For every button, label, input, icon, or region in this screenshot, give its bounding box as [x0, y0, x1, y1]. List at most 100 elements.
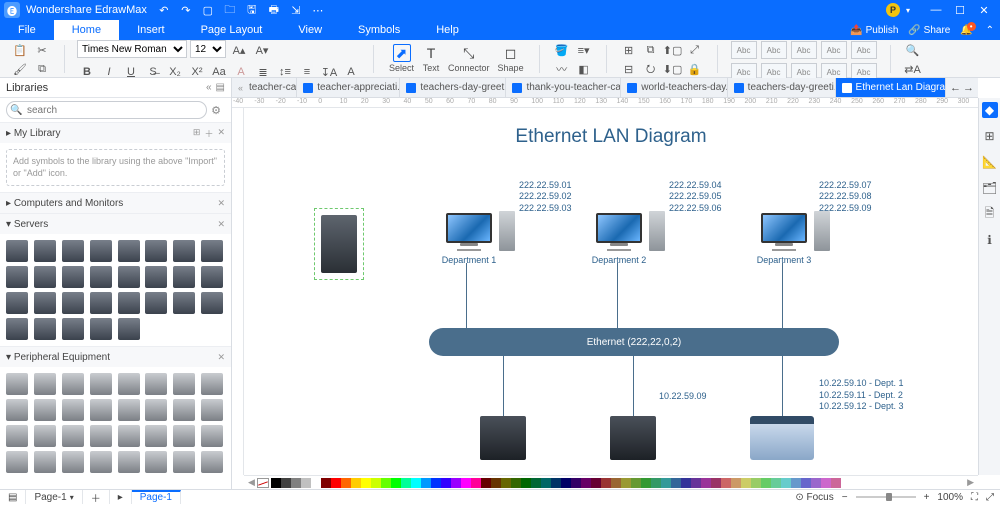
format-painter-icon[interactable]: 🖌 — [10, 59, 30, 79]
peripheral-shape[interactable] — [6, 451, 28, 473]
color-swatch[interactable] — [291, 478, 301, 488]
theme-icon[interactable]: ◆ — [982, 102, 998, 118]
no-color-swatch[interactable] — [257, 478, 269, 488]
peripheral-shape[interactable] — [145, 399, 167, 421]
compmon-section-header[interactable]: ▸ Computers and Monitors ✕ — [0, 193, 231, 213]
publish-button[interactable]: 📤 Publish — [850, 25, 898, 36]
printer[interactable] — [750, 416, 814, 460]
server-shape[interactable] — [34, 318, 56, 340]
style-preset[interactable]: Abc — [851, 41, 877, 59]
peripheral-shape[interactable] — [34, 425, 56, 447]
color-swatch[interactable] — [761, 478, 771, 488]
doc-tab[interactable]: world-teachers-day...✕ — [621, 78, 727, 97]
fill-icon[interactable]: 🪣 — [552, 40, 572, 60]
peripheral-shape[interactable] — [62, 373, 84, 395]
peripheral-shape[interactable] — [118, 451, 140, 473]
peripheral-shape[interactable] — [201, 451, 223, 473]
ip-block-3[interactable]: 222.22.59.07222.22.59.08222.22.59.09 — [819, 180, 872, 214]
color-swatch[interactable] — [631, 478, 641, 488]
server-shape[interactable] — [6, 240, 28, 262]
peripheral-shape[interactable] — [6, 399, 28, 421]
peripheral-shape[interactable] — [118, 425, 140, 447]
zoom-slider[interactable] — [856, 496, 916, 498]
color-swatch[interactable] — [411, 478, 421, 488]
close-section-icon[interactable]: ✕ — [217, 219, 225, 230]
ip-block-1[interactable]: 222.22.59.01222.22.59.02222.22.59.03 — [519, 180, 572, 214]
style-preset[interactable]: Abc — [761, 41, 787, 59]
color-swatch[interactable] — [501, 478, 511, 488]
color-swatch[interactable] — [271, 478, 281, 488]
ruler-toggle-icon[interactable]: 📐 — [982, 154, 998, 170]
server-shape[interactable] — [6, 318, 28, 340]
canvas[interactable]: Ethernet LAN Diagram 222.22.59.01222.22.… — [244, 108, 978, 475]
color-swatch[interactable] — [651, 478, 661, 488]
shadow-icon[interactable]: ◧ — [574, 59, 594, 79]
color-swatch[interactable] — [521, 478, 531, 488]
dept-ips[interactable]: 10.22.59.10 - Dept. 110.22.59.11 - Dept.… — [819, 378, 904, 413]
peripheral-shape[interactable] — [118, 373, 140, 395]
color-swatch[interactable] — [781, 478, 791, 488]
menu-page-layout[interactable]: Page Layout — [183, 20, 281, 40]
zoom-out-icon[interactable]: − — [842, 492, 848, 503]
color-swatch[interactable] — [341, 478, 351, 488]
color-swatch[interactable] — [511, 478, 521, 488]
color-swatch[interactable] — [491, 478, 501, 488]
color-swatch[interactable] — [621, 478, 631, 488]
color-swatch[interactable] — [331, 478, 341, 488]
peripheral-shape[interactable] — [62, 425, 84, 447]
server-shape[interactable] — [173, 240, 195, 262]
color-swatch[interactable] — [641, 478, 651, 488]
conn-line[interactable] — [503, 356, 504, 416]
shape-tool[interactable]: ◻Shape — [495, 44, 527, 73]
page-tab-active[interactable]: Page-1 — [132, 490, 181, 504]
color-swatch[interactable] — [701, 478, 711, 488]
server-shape[interactable] — [90, 266, 112, 288]
server-2[interactable] — [610, 416, 656, 460]
server-shape[interactable] — [62, 292, 84, 314]
color-swatch[interactable] — [401, 478, 411, 488]
doc-tab[interactable]: «teacher-card — [232, 78, 297, 97]
server-shape[interactable] — [145, 240, 167, 262]
color-swatch[interactable] — [721, 478, 731, 488]
color-swatch[interactable] — [451, 478, 461, 488]
color-swatch[interactable] — [581, 478, 591, 488]
peripheral-shape[interactable] — [90, 425, 112, 447]
color-swatch[interactable] — [661, 478, 671, 488]
peripheral-shape[interactable] — [62, 399, 84, 421]
paste-icon[interactable]: 📋 — [10, 40, 30, 60]
save-icon[interactable]: 🖫 — [245, 3, 259, 17]
color-swatch[interactable] — [711, 478, 721, 488]
collapse-libs-icon[interactable]: « — [206, 82, 212, 93]
peripheral-shape[interactable] — [201, 425, 223, 447]
color-swatch[interactable] — [311, 478, 321, 488]
tab-next-icon[interactable]: → — [963, 82, 974, 94]
undo-icon[interactable]: ↶ — [157, 3, 171, 17]
color-swatch[interactable] — [601, 478, 611, 488]
doc-tab[interactable]: thank-you-teacher-card✕ — [506, 78, 621, 97]
color-swatch[interactable] — [281, 478, 291, 488]
front-icon[interactable]: ⬆▢ — [663, 40, 683, 60]
focus-mode[interactable]: ⊙ Focus — [795, 492, 833, 503]
export-icon[interactable]: ⇲ — [289, 3, 303, 17]
color-swatch[interactable] — [751, 478, 761, 488]
zoom-in-icon[interactable]: + — [924, 492, 930, 503]
server-shape[interactable] — [145, 266, 167, 288]
zoom-value[interactable]: 100% — [937, 492, 963, 503]
peripheral-shape[interactable] — [145, 451, 167, 473]
line-icon[interactable]: 〰 — [552, 59, 572, 79]
maximize-icon[interactable]: ☐ — [948, 0, 972, 20]
color-swatch[interactable] — [811, 478, 821, 488]
dropdown-icon[interactable]: ▾ — [906, 6, 910, 15]
lock-icon[interactable]: 🔒 — [685, 59, 705, 79]
server-shape[interactable] — [201, 240, 223, 262]
cut-icon[interactable]: ✂ — [32, 40, 52, 60]
peripheral-shape[interactable] — [34, 451, 56, 473]
add-page-icon[interactable]: ＋ — [83, 490, 110, 504]
color-swatch[interactable] — [431, 478, 441, 488]
color-swatch[interactable] — [551, 478, 561, 488]
peripheral-shape[interactable] — [62, 451, 84, 473]
color-swatch[interactable] — [591, 478, 601, 488]
color-swatch[interactable] — [301, 478, 311, 488]
server-shape[interactable] — [62, 240, 84, 262]
peripheral-shape[interactable] — [34, 399, 56, 421]
